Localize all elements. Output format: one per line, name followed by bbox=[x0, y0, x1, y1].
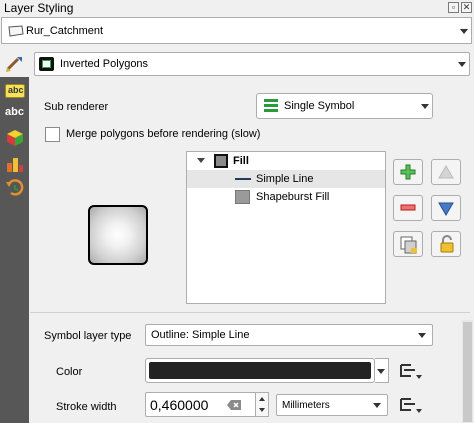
label-abc-blue-icon: abc bbox=[5, 106, 24, 118]
add-symbol-layer-button[interactable] bbox=[393, 159, 423, 185]
stroke-width-value: 0,460000 bbox=[150, 397, 209, 413]
symbol-preview bbox=[88, 205, 148, 265]
title-bar: Layer Styling ▫ ✕ bbox=[0, 0, 474, 16]
chevron-down-icon bbox=[373, 403, 381, 408]
sub-renderer-selected: Single Symbol bbox=[284, 100, 355, 112]
layer-combo[interactable]: Rur_Catchment bbox=[1, 17, 472, 44]
remove-symbol-layer-button[interactable] bbox=[393, 195, 423, 221]
single-symbol-icon bbox=[264, 99, 278, 112]
chevron-down-icon bbox=[418, 333, 426, 338]
merge-polygons-checkbox[interactable] bbox=[45, 127, 60, 142]
tab-history[interactable] bbox=[5, 178, 25, 198]
step-down-icon[interactable] bbox=[259, 408, 265, 412]
symbol-layer-type-label: Symbol layer type bbox=[44, 330, 132, 342]
duplicate-icon bbox=[400, 236, 417, 254]
plus-icon bbox=[400, 164, 416, 180]
sub-renderer-label: Sub renderer bbox=[44, 101, 109, 113]
style-tab-strip bbox=[0, 48, 29, 423]
color-button[interactable] bbox=[145, 358, 375, 383]
move-up-button[interactable] bbox=[431, 159, 461, 185]
step-up-icon[interactable] bbox=[259, 397, 265, 401]
tree-item-shapeburst-fill[interactable]: Shapeburst Fill bbox=[187, 188, 385, 206]
color-swatch bbox=[149, 362, 371, 379]
tree-item-label: Simple Line bbox=[256, 173, 314, 185]
tree-item-fill[interactable]: Fill bbox=[187, 152, 385, 170]
tab-3d-view[interactable] bbox=[5, 128, 25, 148]
stroke-width-label: Stroke width bbox=[56, 401, 117, 413]
float-icon[interactable]: ▫ bbox=[448, 2, 459, 13]
chevron-down-icon bbox=[458, 62, 466, 67]
tab-symbology[interactable] bbox=[0, 48, 29, 77]
tree-item-simple-line[interactable]: Simple Line bbox=[187, 170, 385, 188]
duplicate-symbol-layer-button[interactable] bbox=[393, 231, 423, 257]
scrollbar-thumb[interactable] bbox=[463, 322, 472, 422]
renderer-selected: Inverted Polygons bbox=[60, 58, 149, 70]
move-down-button[interactable] bbox=[431, 195, 461, 221]
symbol-layer-type-selected: Outline: Simple Line bbox=[151, 329, 250, 341]
unlock-icon bbox=[440, 235, 454, 253]
arrow-up-icon bbox=[438, 165, 454, 179]
history-icon bbox=[6, 179, 24, 196]
tab-masks[interactable]: abc bbox=[5, 106, 25, 120]
layer-name: Rur_Catchment bbox=[26, 25, 104, 37]
merge-polygons-label: Merge polygons before rendering (slow) bbox=[66, 128, 261, 140]
symbol-layer-type-combo[interactable]: Outline: Simple Line bbox=[145, 324, 433, 346]
renderer-combo[interactable]: Inverted Polygons bbox=[34, 52, 470, 76]
paintbrush-icon bbox=[6, 57, 22, 72]
window-title: Layer Styling bbox=[4, 1, 74, 15]
close-icon[interactable]: ✕ bbox=[461, 2, 472, 13]
fill-symbol-icon bbox=[214, 154, 228, 168]
chevron-down-icon bbox=[421, 104, 429, 109]
stroke-width-spinbox[interactable]: 0,460000 bbox=[145, 392, 268, 417]
collapse-arrow-icon[interactable] bbox=[197, 158, 205, 163]
sub-renderer-combo[interactable]: Single Symbol bbox=[256, 93, 433, 119]
data-defined-override-color-icon[interactable] bbox=[398, 362, 424, 382]
section-divider bbox=[30, 312, 470, 313]
tab-labels[interactable]: abc bbox=[5, 84, 25, 98]
diagram-icon bbox=[7, 158, 23, 172]
tree-item-label: Shapeburst Fill bbox=[256, 191, 330, 203]
inverted-polygon-icon bbox=[39, 57, 54, 71]
stroke-unit-combo[interactable]: Millimeters bbox=[276, 394, 388, 416]
chevron-down-icon bbox=[460, 29, 468, 34]
stroke-unit-selected: Millimeters bbox=[282, 400, 330, 411]
data-defined-override-width-icon[interactable] bbox=[398, 396, 424, 416]
3d-cube-icon bbox=[7, 130, 23, 146]
polygon-layer-icon bbox=[8, 25, 24, 37]
stroke-width-stepper[interactable] bbox=[255, 392, 269, 417]
simple-line-icon bbox=[235, 178, 251, 180]
symbol-layer-tree[interactable]: Fill Simple Line Shapeburst Fill bbox=[186, 151, 386, 304]
tree-item-label: Fill bbox=[233, 155, 249, 167]
lock-layer-button[interactable] bbox=[431, 231, 461, 257]
chevron-down-icon bbox=[377, 369, 385, 374]
color-menu-button[interactable] bbox=[375, 358, 389, 383]
label-abc-icon: abc bbox=[8, 85, 24, 95]
clear-icon[interactable] bbox=[226, 399, 242, 411]
minus-icon bbox=[400, 204, 416, 211]
tab-diagrams[interactable] bbox=[5, 154, 25, 174]
arrow-down-icon bbox=[438, 202, 454, 216]
shapeburst-fill-icon bbox=[235, 190, 250, 204]
color-label: Color bbox=[56, 366, 83, 378]
